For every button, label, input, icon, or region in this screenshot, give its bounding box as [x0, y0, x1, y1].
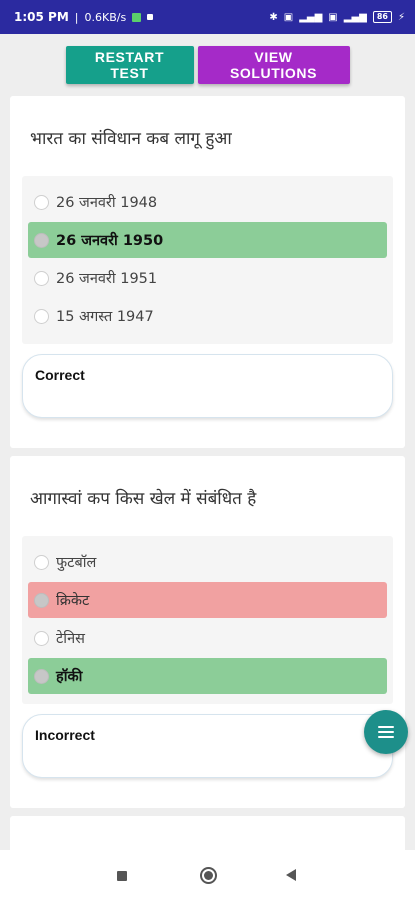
- radio-icon[interactable]: [34, 630, 49, 646]
- radio-icon[interactable]: [34, 232, 49, 248]
- back-icon[interactable]: [286, 869, 296, 881]
- radio-icon[interactable]: [34, 194, 49, 210]
- volte2-icon: ▣: [328, 11, 338, 23]
- option-label: टेनिस: [56, 631, 85, 648]
- battery-icon: 86: [372, 11, 392, 23]
- notification-icon: [132, 12, 142, 22]
- radio-icon[interactable]: [34, 308, 49, 324]
- recents-icon[interactable]: [117, 871, 127, 881]
- option-item[interactable]: टेनिस: [28, 620, 387, 656]
- view-solutions-button[interactable]: VIEW SOLUTIONS: [197, 46, 350, 84]
- charging-icon: ⚡: [397, 11, 405, 23]
- option-label: 26 जनवरी 1950: [56, 233, 164, 250]
- notification-dot-icon: [147, 14, 154, 20]
- option-label: हॉकी: [56, 669, 83, 686]
- menu-icon-line: [378, 736, 394, 738]
- option-item[interactable]: 26 जनवरी 1948: [28, 184, 387, 220]
- option-label: 15 अगस्त 1947: [56, 309, 154, 326]
- radio-icon[interactable]: [34, 554, 49, 570]
- status-time: 1:05 PM: [14, 10, 69, 24]
- signal-icon-2: ▂▄▆: [343, 11, 367, 23]
- signal-icon-1: ▂▄▆: [299, 11, 323, 23]
- result-box: Incorrect: [22, 714, 393, 779]
- radio-icon[interactable]: [34, 270, 49, 286]
- action-bar: RESTART TEST VIEW SOLUTIONS: [0, 34, 415, 96]
- home-icon[interactable]: [200, 867, 217, 884]
- option-label: 26 जनवरी 1951: [56, 271, 158, 288]
- radio-icon[interactable]: [34, 668, 49, 684]
- question-list: भारत का संविधान कब लागू हुआ 26 जनवरी 194…: [10, 96, 405, 864]
- option-label: क्रिकेट: [56, 593, 90, 610]
- radio-icon[interactable]: [34, 592, 49, 608]
- navigation-bar: [0, 850, 415, 900]
- option-item-wrong[interactable]: क्रिकेट: [28, 582, 387, 619]
- option-label: फुटबॉल: [56, 555, 97, 572]
- result-box: Correct: [22, 354, 393, 419]
- question-text: आगास्वां कप किस खेल में संबंधित है: [30, 489, 257, 510]
- bluetooth-icon: ✱: [269, 11, 278, 23]
- menu-icon-line: [378, 731, 394, 733]
- options-group: 26 जनवरी 1948 26 जनवरी 1950 26 जनवरी 195…: [22, 176, 393, 345]
- volte-icon: ▣: [283, 11, 294, 23]
- option-item[interactable]: फुटबॉल: [28, 544, 387, 580]
- status-bar: 1:05 PM | 0.6KB/s ✱ ▣ ▂▄▆ ▣ ▂▄▆ 86 ⚡: [0, 0, 415, 34]
- question-card: आगास्वां कप किस खेल में संबंधित है फुटबॉ…: [10, 456, 405, 809]
- menu-icon-line: [378, 726, 394, 728]
- option-item-correct[interactable]: 26 जनवरी 1950: [28, 222, 387, 259]
- question-card: भारत का संविधान कब लागू हुआ 26 जनवरी 194…: [10, 96, 405, 449]
- options-group: फुटबॉल क्रिकेट टेनिस हॉकी: [22, 536, 393, 705]
- option-label: 26 जनवरी 1948: [56, 195, 158, 212]
- menu-fab-button[interactable]: [364, 710, 408, 754]
- status-speed: 0.6KB/s: [84, 10, 127, 24]
- option-item-correct[interactable]: हॉकी: [28, 658, 387, 695]
- option-item[interactable]: 15 अगस्त 1947: [28, 298, 387, 334]
- question-text: भारत का संविधान कब लागू हुआ: [30, 129, 232, 149]
- option-item[interactable]: 26 जनवरी 1951: [28, 260, 387, 296]
- restart-test-button[interactable]: RESTART TEST: [65, 46, 194, 84]
- status-separator: |: [74, 10, 79, 24]
